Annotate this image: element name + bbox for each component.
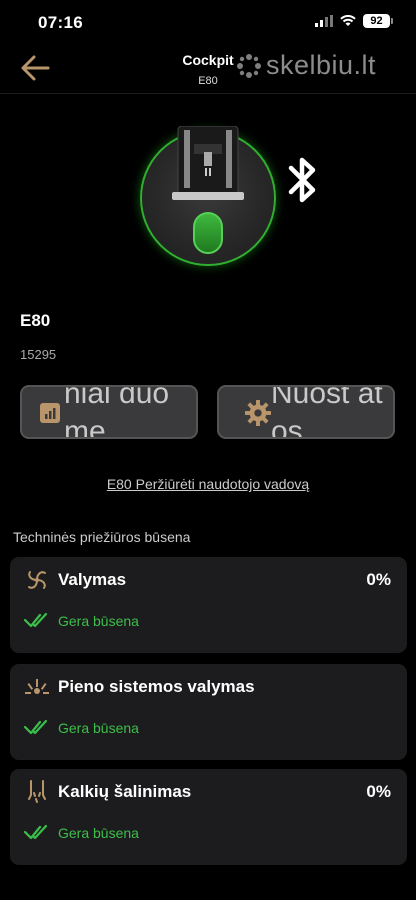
milk-cleaning-icon [25,679,49,694]
watermark-text: skelbiu.lt [266,50,377,80]
coffee-machine-icon [172,126,244,200]
device-serial: 15295 [20,347,57,362]
bar-chart-icon [40,403,60,423]
wifi-icon [340,15,356,26]
card-percent: 0% [366,782,391,801]
bluetooth-icon [288,157,316,203]
maintenance-card-cleaning[interactable]: Valymas 0% Gera būsena [10,557,407,653]
statistics-button[interactable]: nial duome [20,385,198,439]
statistics-label: nial duome [64,385,170,439]
power-indicator [193,212,223,254]
double-check-icon [24,612,48,628]
watermark-logo-icon [237,53,261,78]
card-title: Pieno sistemos valymas [58,677,255,696]
card-status: Gera būsena [58,825,139,841]
double-check-icon [24,719,48,735]
descaling-icon [28,780,46,803]
card-title: Kalkių šalinimas [58,782,192,801]
watermark: skelbiu.lt [236,50,376,81]
status-icons: 92 [315,14,393,28]
maintenance-card-descaling[interactable]: Kalkių šalinimas 0% Gera būsena [10,769,407,865]
header: Cockpit E80 skelbiu.lt [0,44,416,94]
card-title: Valymas [58,570,127,589]
coffee-machine-status[interactable] [140,126,276,266]
status-time: 07:16 [38,13,83,32]
double-check-icon [24,824,48,840]
cleaning-icon [28,571,46,589]
gear-icon [245,400,271,426]
card-percent: 0% [366,570,391,589]
maintenance-section-title: Techninės priežiūros būsena [13,529,191,545]
status-bar: 07:16 92 [0,0,416,44]
maintenance-card-milk-cleaning[interactable]: Pieno sistemos valymas Gera būsena [10,664,407,760]
device-name: E80 [20,311,51,330]
card-status: Gera būsena [58,720,139,736]
battery-indicator: 92 [363,14,393,28]
user-manual-link[interactable]: E80 Peržiūrėti naudotojo vadovą [0,476,416,492]
card-status: Gera būsena [58,613,139,629]
settings-label: Nuost atos [271,385,383,439]
signal-icon [315,15,333,27]
settings-button[interactable]: Nuost atos [217,385,395,439]
